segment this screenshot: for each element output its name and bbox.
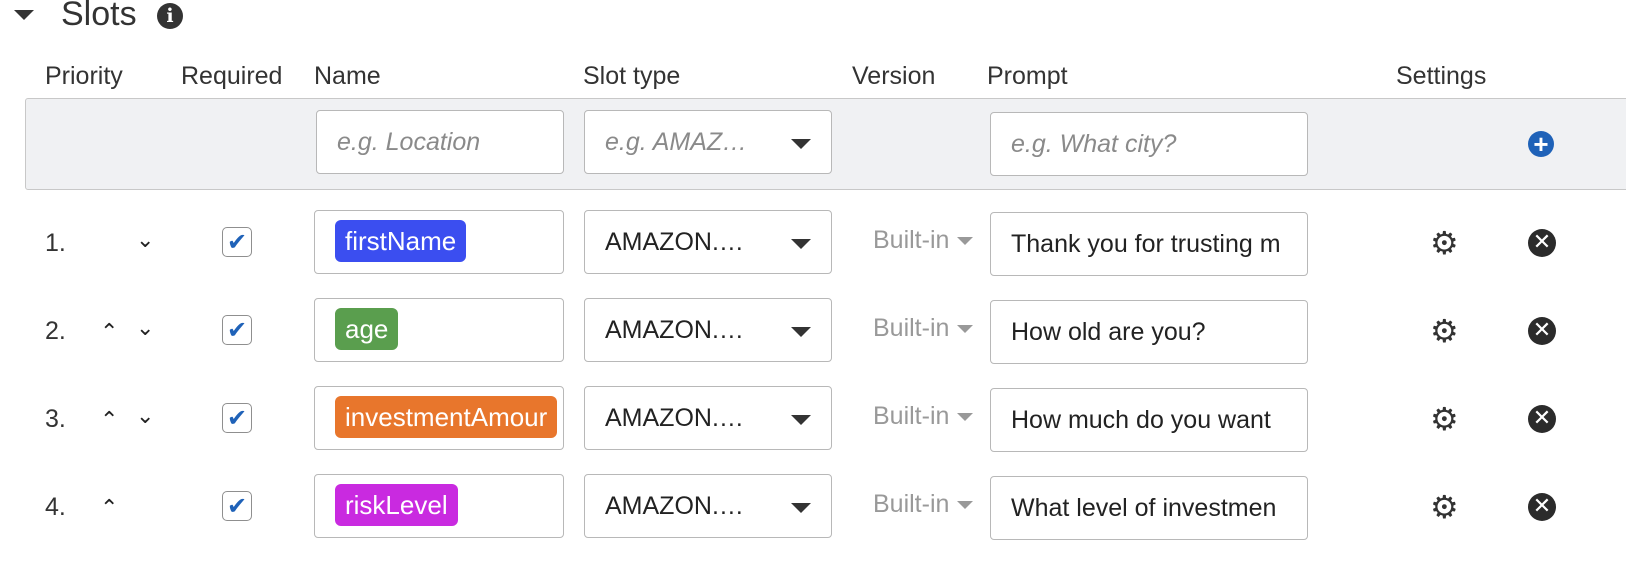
slot-version-select[interactable]: Built-in (873, 313, 974, 343)
new-slot-name-field[interactable] (316, 110, 564, 174)
slot-name-tag: age (335, 308, 399, 350)
add-slot-icon[interactable]: + (1528, 131, 1554, 157)
slot-type-value: AMAZON.… (605, 404, 744, 432)
caret-down-icon (957, 325, 974, 334)
required-checkbox[interactable]: ✔ (222, 403, 252, 433)
remove-slot-icon[interactable]: ✕ (1528, 317, 1556, 345)
slot-version-value: Built-in (873, 226, 950, 254)
chevron-down-icon (791, 415, 811, 425)
slot-priority-number: 1. (45, 229, 66, 257)
remove-slot-icon[interactable]: ✕ (1528, 493, 1556, 521)
settings-gear-icon[interactable]: ⚙ (1430, 227, 1459, 259)
column-header-version: Version (852, 62, 936, 90)
new-slot-prompt-input[interactable] (991, 113, 1307, 175)
chevron-down-icon (791, 139, 811, 149)
move-up-chevron-icon[interactable]: ⌃ (100, 498, 118, 520)
slot-priority-number: 4. (45, 493, 66, 521)
settings-gear-icon[interactable]: ⚙ (1430, 315, 1459, 347)
slot-version-select[interactable]: Built-in (873, 489, 974, 519)
new-slot-prompt-field[interactable] (990, 112, 1308, 176)
slot-name-field[interactable]: riskLevel (314, 474, 564, 538)
slot-name-tag: investmentAmour (335, 396, 558, 438)
slot-prompt-text: How much do you want (1011, 406, 1271, 434)
required-checkbox[interactable]: ✔ (222, 315, 252, 345)
slot-type-select[interactable]: AMAZON.… (584, 474, 832, 538)
info-icon[interactable]: i (157, 3, 183, 29)
slot-type-value: AMAZON.… (605, 316, 744, 344)
remove-slot-icon[interactable]: ✕ (1528, 405, 1556, 433)
slot-prompt-field[interactable]: What level of investmen (990, 476, 1308, 540)
collapse-caret-icon[interactable] (14, 10, 34, 20)
column-header-required: Required (181, 62, 283, 90)
slot-type-select[interactable]: AMAZON.… (584, 210, 832, 274)
slot-prompt-field[interactable]: Thank you for trusting m (990, 212, 1308, 276)
column-header-name: Name (314, 62, 381, 90)
chevron-down-icon (791, 239, 811, 249)
slot-type-select[interactable]: AMAZON.… (584, 298, 832, 362)
chevron-down-icon (791, 503, 811, 513)
new-slot-type-placeholder: e.g. AMAZ… (605, 128, 748, 156)
move-down-chevron-icon[interactable]: ⌄ (136, 318, 154, 340)
slot-version-value: Built-in (873, 314, 950, 342)
move-up-chevron-icon[interactable]: ⌃ (100, 322, 118, 344)
new-slot-type-select[interactable]: e.g. AMAZ… (584, 110, 832, 174)
new-slot-name-input[interactable] (317, 111, 563, 173)
slot-type-value: AMAZON.… (605, 492, 744, 520)
slot-name-tag: firstName (335, 220, 467, 262)
slot-name-field[interactable]: firstName (314, 210, 564, 274)
settings-gear-icon[interactable]: ⚙ (1430, 491, 1459, 523)
required-checkbox[interactable]: ✔ (222, 491, 252, 521)
slot-prompt-field[interactable]: How old are you? (990, 300, 1308, 364)
column-header-prompt: Prompt (987, 62, 1068, 90)
slot-type-select[interactable]: AMAZON.… (584, 386, 832, 450)
slot-type-value: AMAZON.… (605, 228, 744, 256)
chevron-down-icon (791, 327, 811, 337)
section-title: Slots (61, 0, 137, 33)
slot-priority-number: 2. (45, 317, 66, 345)
slot-version-select[interactable]: Built-in (873, 225, 974, 255)
slot-prompt-text: Thank you for trusting m (1011, 230, 1281, 258)
caret-down-icon (957, 237, 974, 246)
settings-gear-icon[interactable]: ⚙ (1430, 403, 1459, 435)
column-header-settings: Settings (1396, 62, 1487, 90)
caret-down-icon (957, 501, 974, 510)
slot-version-value: Built-in (873, 402, 950, 430)
column-header-priority: Priority (45, 62, 123, 90)
slot-prompt-text: What level of investmen (1011, 494, 1277, 522)
remove-slot-icon[interactable]: ✕ (1528, 229, 1556, 257)
slot-name-tag: riskLevel (335, 484, 458, 526)
slot-prompt-text: How old are you? (1011, 318, 1206, 346)
caret-down-icon (957, 413, 974, 422)
slot-version-select[interactable]: Built-in (873, 401, 974, 431)
slot-name-field[interactable]: investmentAmour (314, 386, 564, 450)
move-down-chevron-icon[interactable]: ⌄ (136, 406, 154, 428)
move-down-chevron-icon[interactable]: ⌄ (136, 230, 154, 252)
slot-priority-number: 3. (45, 405, 66, 433)
slot-name-field[interactable]: age (314, 298, 564, 362)
slot-prompt-field[interactable]: How much do you want (990, 388, 1308, 452)
slot-version-value: Built-in (873, 490, 950, 518)
required-checkbox[interactable]: ✔ (222, 227, 252, 257)
column-header-slot-type: Slot type (583, 62, 681, 90)
move-up-chevron-icon[interactable]: ⌃ (100, 410, 118, 432)
